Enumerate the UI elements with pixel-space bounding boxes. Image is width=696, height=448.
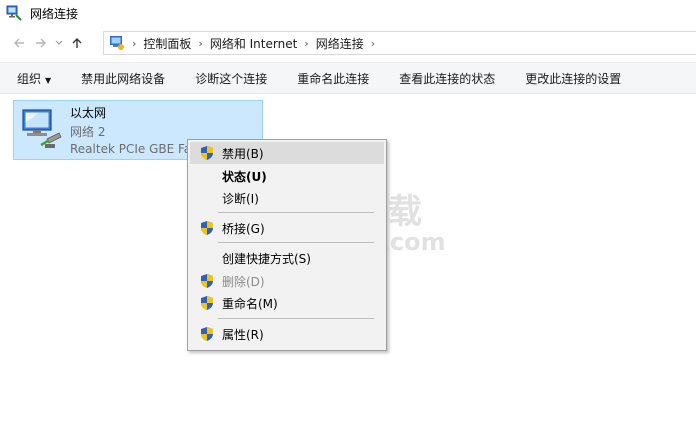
menu-item-label: 禁用(B) [222,146,264,161]
menu-separator [218,318,374,319]
view-status-button[interactable]: 查看此连接的状态 [384,70,510,87]
breadcrumb-separator-icon: › [132,36,137,50]
menu-item-label: 桥接(G) [222,221,265,236]
menu-item-label: 创建快捷方式(S) [222,251,311,266]
menu-item-label: 重命名(M) [222,296,278,311]
address-bar[interactable]: › 控制面板 › 网络和 Internet › 网络连接 › [103,31,696,55]
menu-item-properties[interactable]: 属性(R) [190,323,384,345]
change-settings-button[interactable]: 更改此连接的设置 [510,70,636,87]
breadcrumb-separator-icon[interactable]: › [371,37,375,50]
menu-item-label: 删除(D) [222,274,265,289]
uac-shield-icon [199,220,215,236]
adapter-name: 以太网 [70,106,107,120]
breadcrumb-control-panel[interactable]: 控制面板 [143,35,191,52]
uac-shield-icon [199,295,215,311]
forward-arrow-icon[interactable] [30,32,52,54]
menu-separator [218,242,374,243]
menu-item-disable[interactable]: 禁用(B) [190,142,384,164]
menu-item-diagnose[interactable]: 诊断(I) [190,187,384,209]
menu-item-create-shortcut[interactable]: 创建快捷方式(S) [190,247,384,269]
uac-shield-icon [199,326,215,342]
window-title: 网络连接 [30,6,79,21]
up-arrow-icon[interactable] [66,32,88,54]
title-bar: 网络连接 [0,0,696,26]
disable-device-button[interactable]: 禁用此网络设备 [66,70,180,87]
menu-item-rename[interactable]: 重命名(M) [190,292,384,314]
menu-item-status[interactable]: 状态(U) [190,165,384,187]
adapter-network: 网络 2 [70,125,106,139]
menu-separator [218,212,374,213]
ethernet-adapter-icon [19,107,63,151]
menu-item-label: 属性(R) [222,327,264,342]
rename-connection-button[interactable]: 重命名此连接 [282,70,384,87]
breadcrumb-separator-icon[interactable]: › [304,37,308,50]
caret-down-icon: ▼ [45,75,52,85]
breadcrumb-network-internet[interactable]: 网络和 Internet [210,35,297,52]
context-menu: 禁用(B) 状态(U) 诊断(I) 桥接(G) 创建快捷方式(S) 删除(D) … [187,139,387,351]
menu-item-label: 状态(U) [222,169,267,184]
command-bar: 组织 ▼ 禁用此网络设备 诊断这个连接 重命名此连接 查看此连接的状态 更改此连接… [0,62,696,94]
menu-item-bridge[interactable]: 桥接(G) [190,217,384,239]
network-connections-icon [6,5,22,21]
uac-shield-icon [199,145,215,161]
back-arrow-icon[interactable] [8,32,30,54]
organize-menu-button[interactable]: 组织 ▼ [0,70,66,87]
diagnose-connection-button[interactable]: 诊断这个连接 [180,70,282,87]
menu-item-delete: 删除(D) [190,270,384,292]
uac-shield-icon [199,273,215,289]
menu-item-label: 诊断(I) [222,191,259,206]
control-panel-icon [109,35,125,51]
breadcrumb-network-connections[interactable]: 网络连接 [316,35,364,52]
recent-locations-chevron-icon[interactable] [52,32,66,54]
navigation-bar: › 控制面板 › 网络和 Internet › 网络连接 › [0,28,696,58]
breadcrumb-separator-icon[interactable]: › [198,37,202,50]
